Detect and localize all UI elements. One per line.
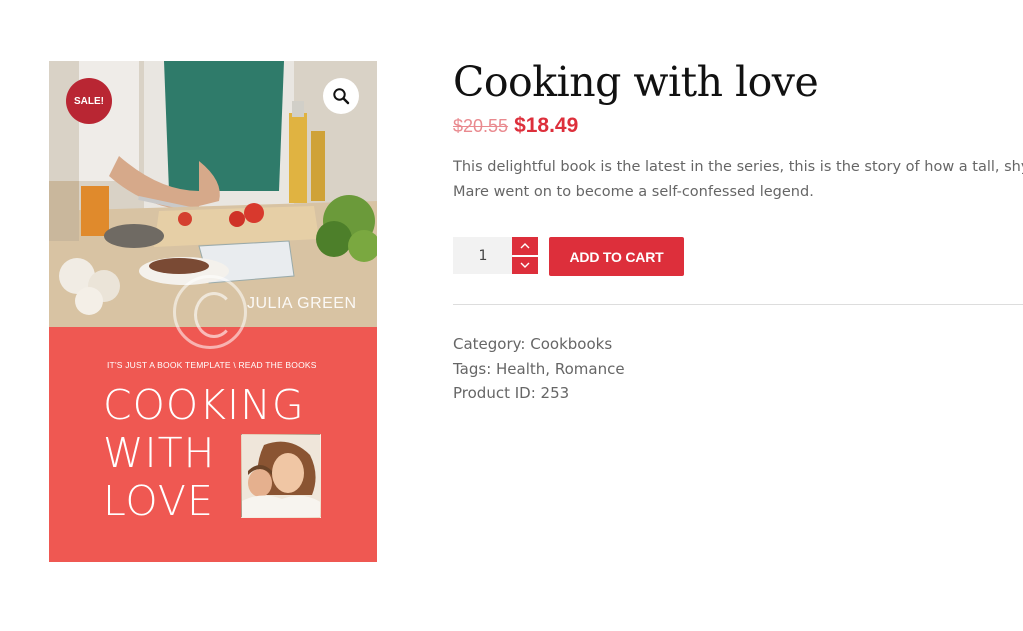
regular-price: $20.55 bbox=[453, 116, 509, 136]
description-line: Mare went on to become a self-confessed … bbox=[453, 184, 814, 200]
product-id-row: Product ID: 253 bbox=[453, 381, 625, 406]
category-link-cookbooks[interactable]: Cookbooks bbox=[530, 335, 612, 353]
copyright-watermark bbox=[173, 275, 247, 349]
magnifier-icon bbox=[333, 88, 350, 105]
family-photo-illustration bbox=[242, 435, 320, 517]
quantity-input[interactable] bbox=[453, 237, 513, 274]
cover-family-photo bbox=[241, 434, 321, 518]
add-to-cart-form: ADD TO CART bbox=[453, 237, 684, 276]
cover-tagline: IT'S JUST A BOOK TEMPLATE \ READ THE BOO… bbox=[107, 360, 317, 370]
product-title: Cooking with love bbox=[453, 58, 819, 106]
zoom-button[interactable] bbox=[323, 78, 359, 114]
quantity-increase-button[interactable] bbox=[512, 237, 538, 255]
tag-link-romance[interactable]: Romance bbox=[555, 360, 625, 378]
product-id-label: Product ID: bbox=[453, 384, 541, 402]
divider bbox=[453, 304, 1023, 305]
price: $20.55 $18.49 bbox=[453, 114, 1023, 138]
product-id-value: 253 bbox=[540, 384, 570, 402]
product-image[interactable]: IT'S JUST A BOOK TEMPLATE \ READ THE BOO… bbox=[49, 61, 377, 562]
tags-separator: , bbox=[545, 359, 555, 378]
cover-title-line: COOKING bbox=[103, 381, 305, 429]
chevron-up-icon bbox=[520, 242, 530, 249]
tags-row: Tags: Health, Romance bbox=[453, 357, 625, 382]
product-summary: Cooking with love $20.55 $18.49 This del… bbox=[453, 56, 1023, 402]
chevron-down-icon bbox=[520, 262, 530, 269]
tag-link-health[interactable]: Health bbox=[496, 360, 545, 378]
cover-author: JULIA GREEN bbox=[247, 295, 357, 312]
category-row: Category: Cookbooks bbox=[453, 332, 625, 357]
product-meta: Category: Cookbooks Tags: Health, Romanc… bbox=[453, 332, 625, 406]
tags-label: Tags: bbox=[453, 359, 497, 378]
cover-red-panel: IT'S JUST A BOOK TEMPLATE \ READ THE BOO… bbox=[49, 327, 377, 562]
description-line: This delightful book is the latest in th… bbox=[453, 159, 1023, 175]
product-description: This delightful book is the latest in th… bbox=[453, 155, 1023, 205]
sale-badge: SALE! bbox=[66, 78, 112, 124]
quantity-stepper bbox=[512, 237, 538, 276]
sale-price: $18.49 bbox=[514, 114, 579, 137]
category-label: Category: bbox=[453, 335, 531, 353]
add-to-cart-button[interactable]: ADD TO CART bbox=[549, 237, 684, 276]
quantity-decrease-button[interactable] bbox=[512, 256, 538, 274]
